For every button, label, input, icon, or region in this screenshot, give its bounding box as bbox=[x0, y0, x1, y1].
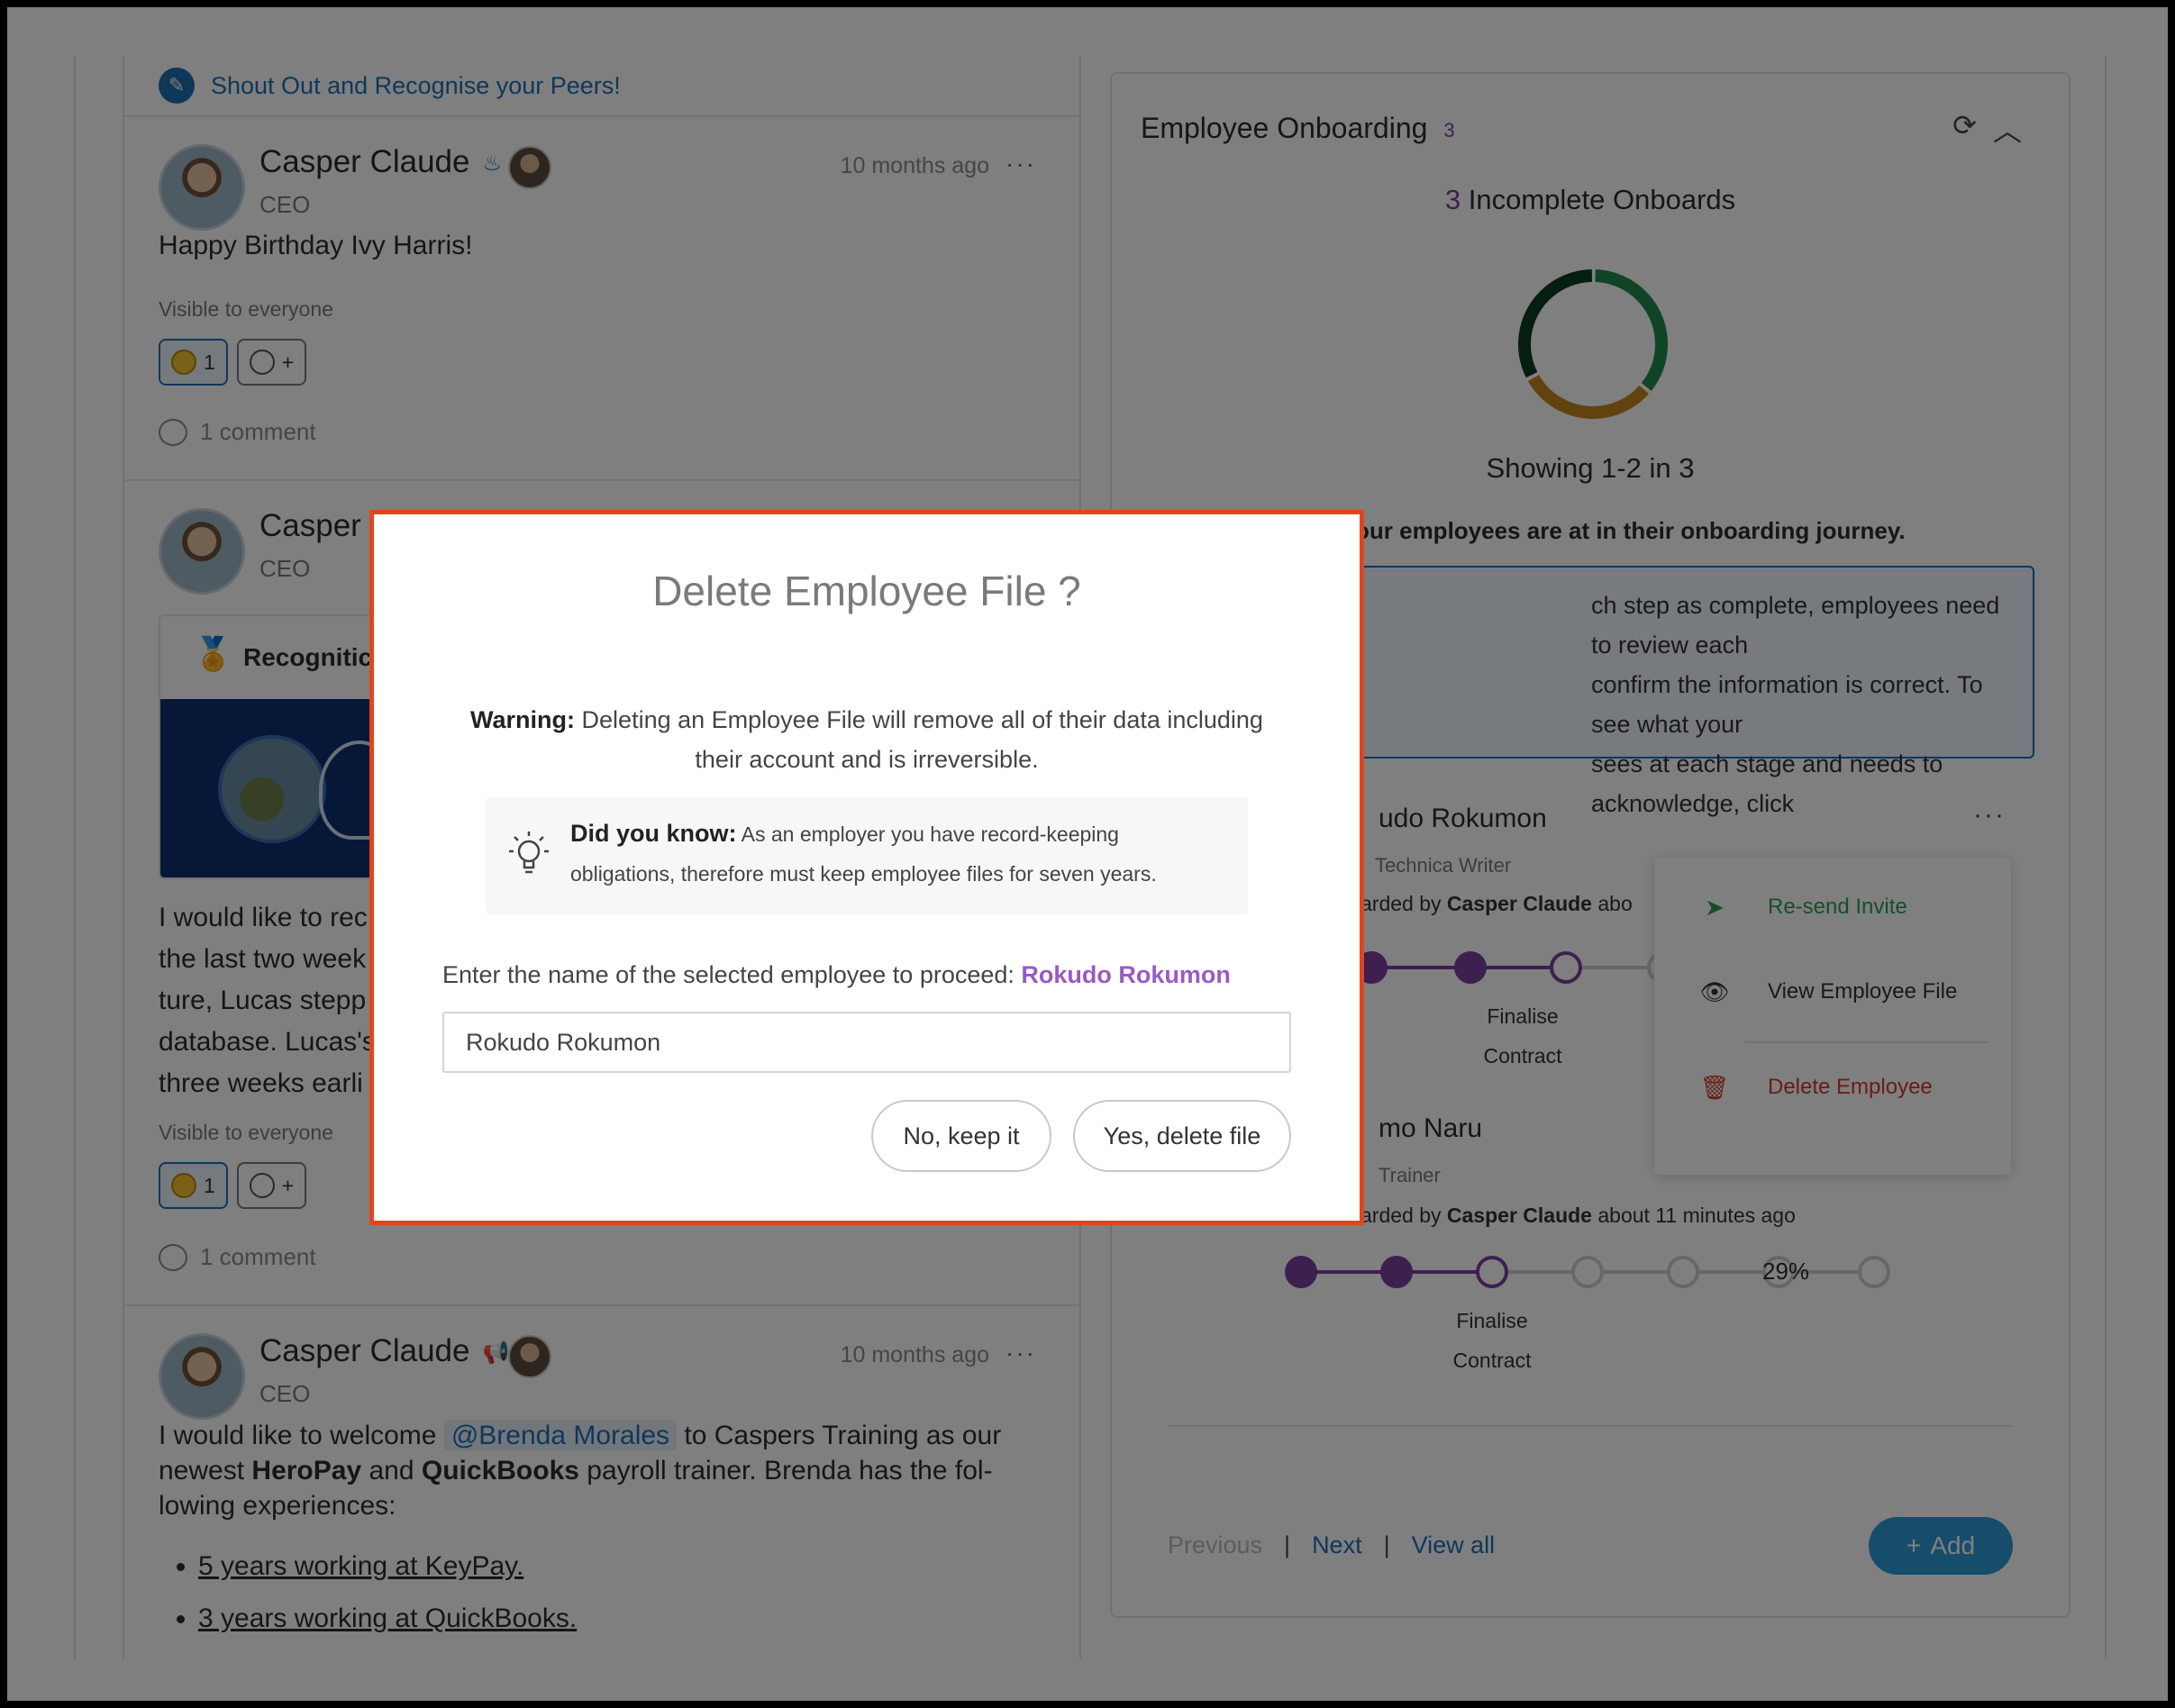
modal-title: Delete Employee File ? bbox=[652, 568, 1081, 614]
confirm-prompt: Enter the name of the selected employee … bbox=[442, 961, 1231, 988]
employee-name-highlight: Rokudo Rokumon bbox=[1021, 961, 1231, 988]
delete-file-button[interactable]: Yes, delete file bbox=[1073, 1100, 1291, 1172]
cancel-button[interactable]: No, keep it bbox=[871, 1100, 1051, 1172]
did-you-know-box: Did you know: As an employer you have re… bbox=[486, 797, 1248, 914]
employee-name-input[interactable] bbox=[442, 1012, 1291, 1073]
lightbulb-icon bbox=[509, 831, 549, 874]
warning-text: Warning: Deleting an Employee File will … bbox=[470, 706, 1263, 773]
delete-employee-modal: Delete Employee File ? Warning: Deleting… bbox=[369, 510, 1364, 1225]
